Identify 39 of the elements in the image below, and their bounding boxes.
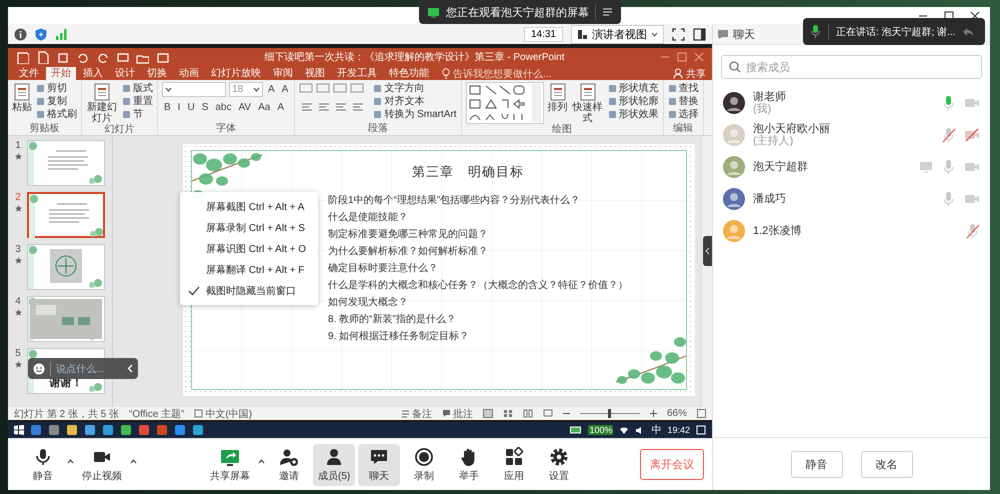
member-name: 谢老师 bbox=[753, 91, 787, 103]
status-text: 中文(中国) bbox=[205, 408, 252, 420]
member-role: (主持人) bbox=[753, 135, 794, 147]
slide-number: 5 bbox=[15, 348, 21, 359]
slide-text: 如何发现大概念？ bbox=[328, 297, 409, 309]
slide-number: 1 bbox=[15, 140, 21, 151]
slide-text: 什么是学科的大概念和核心任务？（大概念的含义？特征？价值？） bbox=[328, 280, 629, 292]
speaking-indicator-text: 正在讲话: 泡天宁超群; 谢... bbox=[836, 26, 956, 38]
group-label: 剪贴板 bbox=[28, 123, 60, 135]
slide-text: 8. 教师的“新装”指的是什么？ bbox=[328, 314, 457, 326]
group-label: 绘图 bbox=[551, 124, 574, 135]
slide-text: 制定标准要避免哪三种常见的问题？ bbox=[328, 229, 489, 241]
window-title: 细下读吧第一次共读：《追求理解的教学设计》第三章 - PowerPoint bbox=[263, 50, 566, 64]
status-text: 幻灯片 第 2 张，共 5 张 bbox=[14, 408, 120, 420]
slide-title: 第三章 明确目标 bbox=[412, 163, 525, 181]
member-name: 1.2张凌博 bbox=[753, 225, 802, 237]
slide-number: 2 bbox=[15, 192, 21, 203]
member-role: (我) bbox=[753, 103, 772, 115]
meeting-time: 14:31 bbox=[524, 26, 563, 42]
member-name: 潘成巧 bbox=[753, 193, 787, 205]
sharing-banner-text: 您正在观看泡天宁超群的屏幕 bbox=[446, 6, 589, 20]
clock: 19:42 bbox=[667, 425, 690, 435]
slide-text: 9. 如何根据迁移任务制定目标？ bbox=[328, 331, 470, 343]
group-label: 字体 bbox=[215, 123, 238, 135]
slide-text: 确定目标时要注意什么？ bbox=[328, 263, 439, 275]
slide-number: 3 bbox=[15, 244, 21, 255]
battery-level: 100% bbox=[588, 425, 614, 435]
group-label: 编辑 bbox=[672, 123, 694, 135]
panel-title: 聊天 bbox=[733, 28, 755, 42]
slide-number: 4 bbox=[15, 296, 21, 307]
zoom-level: 66% bbox=[666, 408, 687, 419]
slide-text: 什么是使能技能？ bbox=[328, 212, 409, 224]
group-label: 幻灯片 bbox=[104, 124, 136, 135]
member-name: 泡天宁超群 bbox=[753, 161, 809, 173]
slide-text: 阶段1中的每个“理想结果”包括哪些内容？分别代表什么？ bbox=[328, 195, 582, 207]
group-label: 段落 bbox=[366, 123, 389, 135]
slide-text: 为什么要解析标准？如何解析标准？ bbox=[328, 246, 489, 258]
member-name: 泡小天府欧小丽 bbox=[753, 123, 831, 135]
status-text: “Office 主题” bbox=[129, 408, 184, 420]
